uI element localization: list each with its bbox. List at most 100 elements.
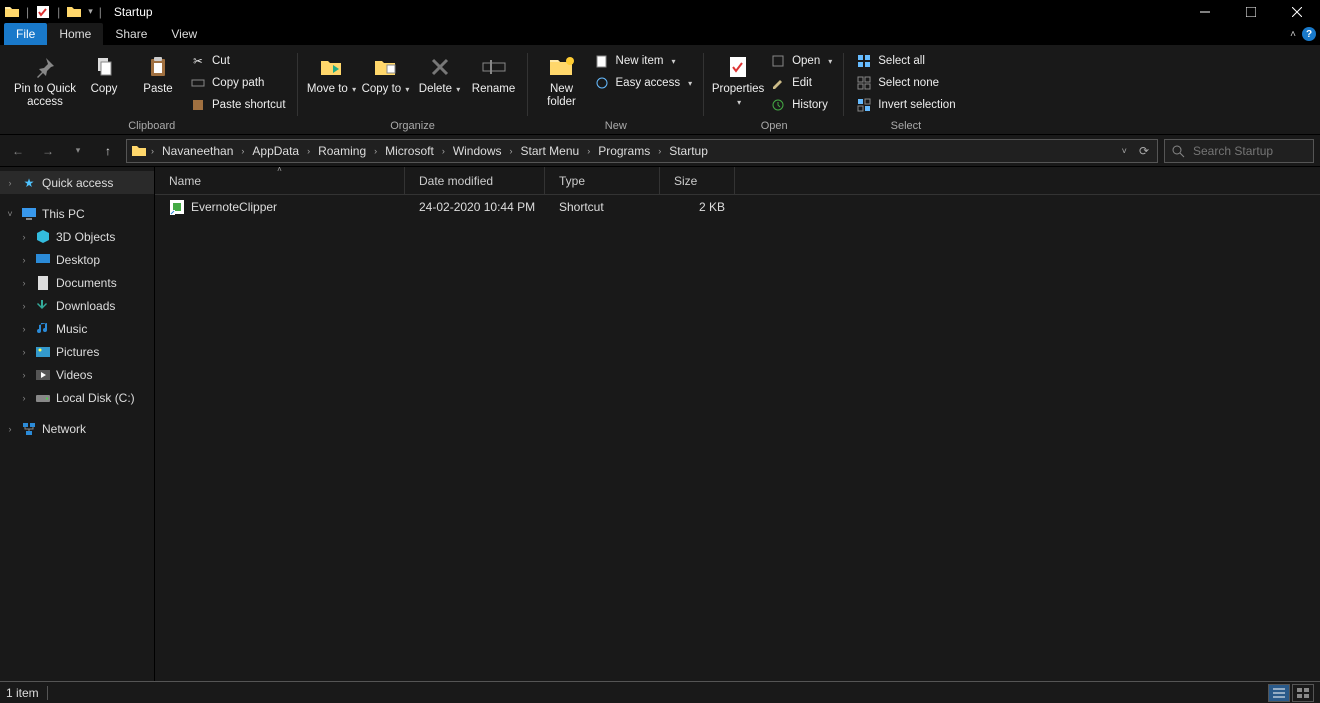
nav-this-pc[interactable]: ˅ This PC [0, 202, 154, 225]
nav-local-disk[interactable]: ›Local Disk (C:) [0, 386, 154, 409]
paste-label: Paste [143, 83, 172, 96]
copy-to-button[interactable]: Copy to ▾ [360, 49, 412, 96]
nav-documents[interactable]: ›Documents [0, 271, 154, 294]
thumbnails-view-button[interactable] [1292, 684, 1314, 702]
chevron-right-icon[interactable]: › [18, 301, 30, 311]
nav-3d-objects[interactable]: ›3D Objects [0, 225, 154, 248]
chevron-right-icon[interactable]: › [4, 424, 16, 434]
breadcrumb-item[interactable]: Microsoft [381, 144, 438, 158]
minimize-button[interactable] [1182, 0, 1228, 23]
history-button[interactable]: History [766, 95, 836, 115]
file-row[interactable]: EvernoteClipper 24-02-2020 10:44 PM Shor… [155, 195, 1320, 219]
edit-button[interactable]: Edit [766, 73, 836, 93]
video-icon [34, 367, 52, 383]
chevron-right-icon[interactable]: › [4, 178, 16, 188]
open-button[interactable]: Open▾ [766, 51, 836, 71]
invert-selection-button[interactable]: Invert selection [852, 95, 959, 115]
folder-icon [131, 143, 147, 159]
column-header-name[interactable]: Name ˄ [155, 167, 405, 194]
nav-downloads[interactable]: ›Downloads [0, 294, 154, 317]
open-icon [770, 53, 786, 69]
breadcrumb-item[interactable]: Start Menu [517, 144, 584, 158]
cut-button[interactable]: ✂Cut [186, 51, 290, 71]
breadcrumb-item[interactable]: Navaneethan [158, 144, 237, 158]
chevron-right-icon[interactable]: › [438, 146, 449, 156]
copy-path-button[interactable]: Copy path [186, 73, 290, 93]
rename-label: Rename [472, 83, 515, 96]
chevron-right-icon[interactable]: › [18, 232, 30, 242]
chevron-right-icon[interactable]: › [18, 255, 30, 265]
pin-to-quick-access-button[interactable]: Pin to Quick access [14, 49, 76, 109]
address-dropdown-icon[interactable]: ˅ [1122, 146, 1127, 156]
select-all-button[interactable]: Select all [852, 51, 959, 71]
refresh-button[interactable]: ⟳ [1133, 144, 1155, 158]
tab-file[interactable]: File [4, 23, 47, 45]
copy-button[interactable]: Copy [78, 49, 130, 96]
music-icon [34, 321, 52, 337]
pin-icon [29, 53, 61, 81]
column-header-date[interactable]: Date modified [405, 167, 545, 194]
breadcrumb-item[interactable]: Programs [594, 144, 654, 158]
search-input[interactable] [1191, 143, 1301, 159]
tab-view[interactable]: View [159, 23, 209, 45]
address-bar[interactable]: › Navaneethan› AppData› Roaming› Microso… [126, 139, 1158, 163]
qat-dropdown-icon[interactable]: ▾ [88, 6, 93, 17]
ribbon-group-select: Select all Select none Invert selection … [844, 49, 967, 134]
properties-qat-icon[interactable] [35, 4, 51, 20]
search-box[interactable] [1164, 139, 1314, 163]
new-item-button[interactable]: New item▾ [590, 51, 697, 71]
chevron-right-icon[interactable]: › [370, 146, 381, 156]
copy-icon [88, 53, 120, 81]
details-view-button[interactable] [1268, 684, 1290, 702]
nav-pictures[interactable]: ›Pictures [0, 340, 154, 363]
paste-button[interactable]: Paste [132, 49, 184, 96]
recent-locations-button[interactable]: ▾ [66, 139, 90, 163]
ribbon-group-organize: Move to ▾ Copy to ▾ Delete ▾ Rename Orga… [298, 49, 528, 134]
chevron-right-icon[interactable]: › [654, 146, 665, 156]
back-button[interactable]: ← [6, 139, 30, 163]
rename-button[interactable]: Rename [468, 49, 520, 96]
chevron-down-icon[interactable]: ˅ [4, 209, 16, 219]
chevron-right-icon[interactable]: › [18, 324, 30, 334]
chevron-right-icon[interactable]: › [18, 278, 30, 288]
breadcrumb-item[interactable]: Roaming [314, 144, 370, 158]
delete-button[interactable]: Delete ▾ [414, 49, 466, 96]
nav-music[interactable]: ›Music [0, 317, 154, 340]
folder-qat-icon[interactable] [66, 4, 82, 20]
move-to-button[interactable]: Move to ▾ [306, 49, 358, 96]
breadcrumb-item[interactable]: Windows [449, 144, 506, 158]
chevron-right-icon[interactable]: › [303, 146, 314, 156]
chevron-right-icon[interactable]: › [18, 347, 30, 357]
chevron-down-icon: ▾ [403, 85, 409, 94]
chevron-right-icon[interactable]: › [18, 393, 30, 403]
forward-button[interactable]: → [36, 139, 60, 163]
history-icon [770, 97, 786, 113]
close-button[interactable] [1274, 0, 1320, 23]
breadcrumb-item[interactable]: Startup [665, 144, 712, 158]
nav-quick-access[interactable]: › ★ Quick access [0, 171, 154, 194]
tab-share[interactable]: Share [103, 23, 159, 45]
nav-videos[interactable]: ›Videos [0, 363, 154, 386]
chevron-right-icon[interactable]: › [147, 146, 158, 156]
column-header-type[interactable]: Type [545, 167, 660, 194]
chevron-right-icon[interactable]: › [506, 146, 517, 156]
chevron-right-icon[interactable]: › [18, 370, 30, 380]
chevron-right-icon[interactable]: › [583, 146, 594, 156]
nav-network[interactable]: › Network [0, 417, 154, 440]
up-button[interactable]: ↑ [96, 139, 120, 163]
paste-shortcut-button[interactable]: Paste shortcut [186, 95, 290, 115]
new-folder-button[interactable]: New folder [536, 49, 588, 109]
column-header-size[interactable]: Size [660, 167, 735, 194]
tab-home[interactable]: Home [47, 23, 103, 45]
paste-shortcut-icon [190, 97, 206, 113]
easy-access-button[interactable]: Easy access▾ [590, 73, 697, 93]
separator-icon: | [99, 5, 102, 19]
breadcrumb-item[interactable]: AppData [248, 144, 303, 158]
nav-desktop[interactable]: ›Desktop [0, 248, 154, 271]
chevron-right-icon[interactable]: › [237, 146, 248, 156]
collapse-ribbon-icon[interactable]: ˄ [1290, 29, 1296, 40]
help-icon[interactable]: ? [1302, 27, 1316, 41]
maximize-button[interactable] [1228, 0, 1274, 23]
properties-button[interactable]: Properties ▾ [712, 49, 764, 109]
select-none-button[interactable]: Select none [852, 73, 959, 93]
